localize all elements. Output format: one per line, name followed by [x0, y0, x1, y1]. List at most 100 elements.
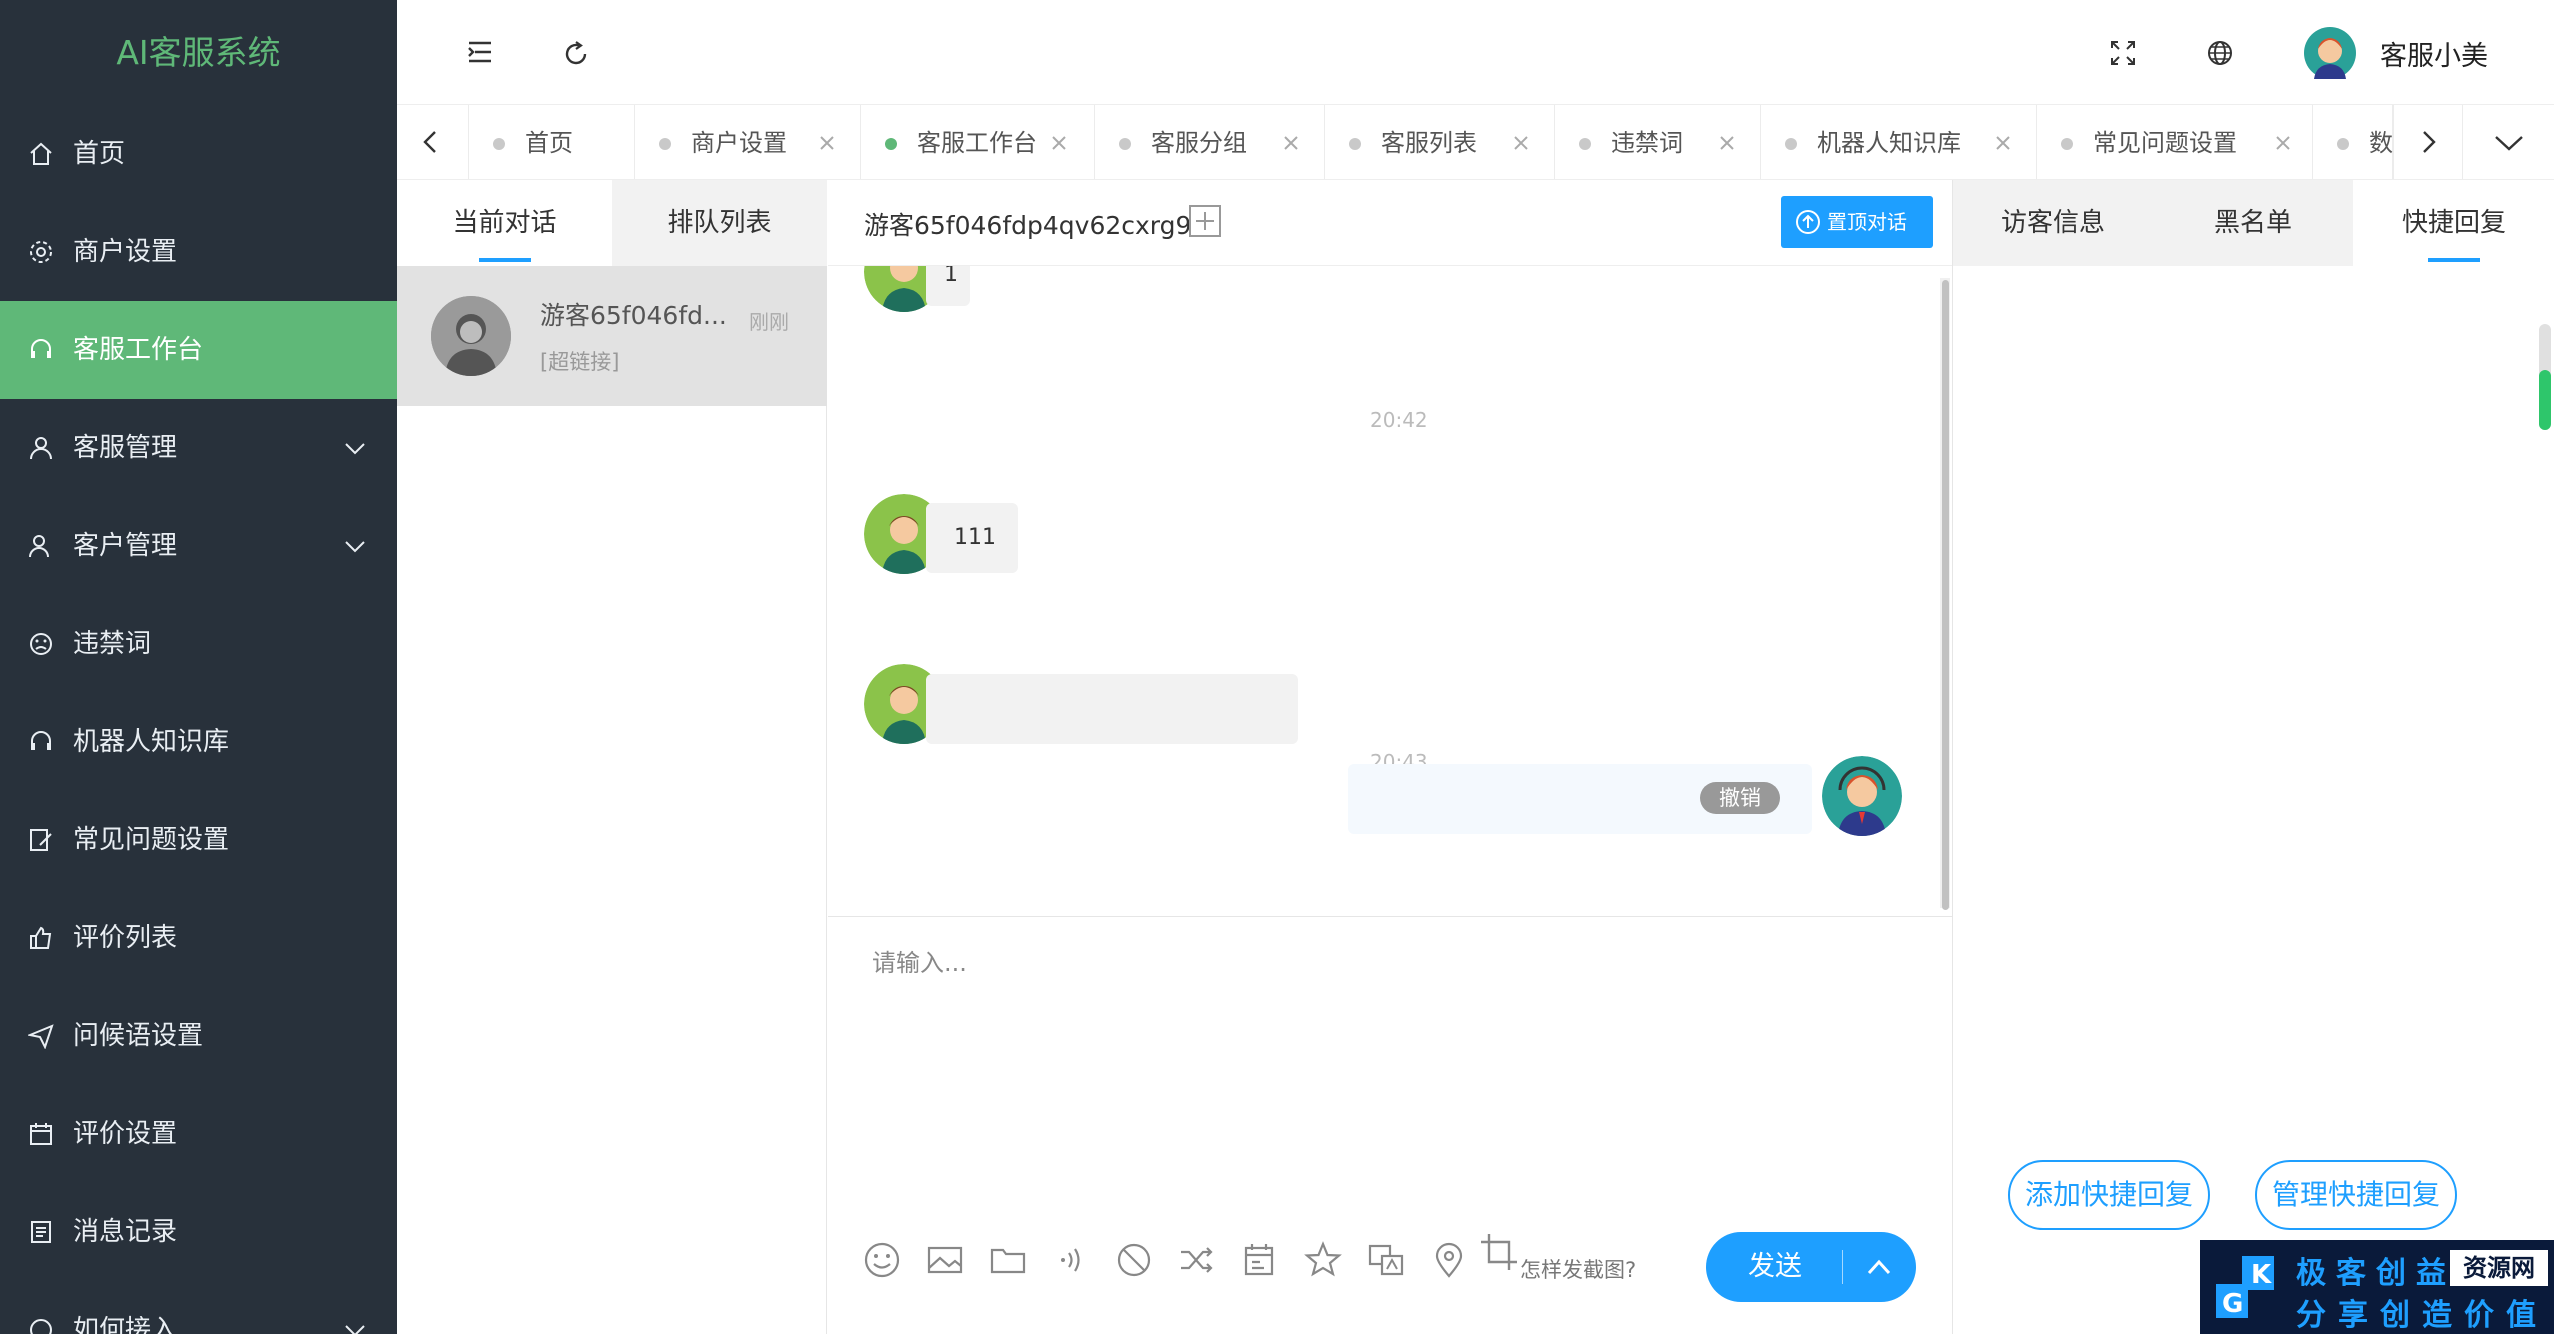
tab-agent-groups[interactable]: 客服分组: [1095, 105, 1325, 179]
tab-agent-workbench[interactable]: 客服工作台: [861, 105, 1095, 179]
chat-header: 游客65f046fdp4qv62cxrg9 置顶对话: [828, 180, 1952, 266]
tab-blacklist[interactable]: 黑名单: [2153, 180, 2353, 266]
right-panel: 访客信息 黑名单 快捷回复 添加快捷回复 管理快捷回复: [1952, 180, 2554, 1334]
tab-agent-list[interactable]: 客服列表: [1325, 105, 1555, 179]
message-scrollbar-thumb[interactable]: [1942, 280, 1949, 910]
conversation-name: 游客65f046fd...: [540, 301, 727, 330]
tab-status-dot: [1579, 138, 1591, 150]
message-text: 111: [954, 525, 996, 550]
image-icon[interactable]: [925, 1240, 965, 1280]
tab-bar: 首页 商户设置 客服工作台 客服分组 客服列表 违禁词 机器人知识库 常见问题设…: [397, 104, 2554, 180]
chevron-down-icon: [345, 541, 365, 553]
message-bubble: 1: [926, 266, 970, 306]
message-input-placeholder: 请输入...: [872, 949, 967, 977]
sidebar-item-agent-workbench[interactable]: 客服工作台: [0, 301, 397, 399]
person-icon: [431, 296, 511, 376]
pin-conversation-button[interactable]: 置顶对话: [1781, 196, 1933, 248]
close-icon[interactable]: [1995, 135, 2011, 151]
message-bubble: 111: [926, 503, 1018, 573]
conversation-item[interactable]: 游客65f046fd... 刚刚 [超链接]: [397, 266, 827, 406]
chevron-up-icon[interactable]: [1866, 1256, 1892, 1278]
fullscreen-icon[interactable]: [2108, 38, 2138, 68]
watermark-logo: K G 极客创益 资源网 分享创造价值: [2200, 1240, 2554, 1334]
document-icon: [31, 1221, 51, 1243]
tab-faq-settings[interactable]: 常见问题设置: [2037, 105, 2313, 179]
quick-reply-scrollbar-thumb[interactable]: [2539, 370, 2551, 430]
tab-label: 快捷回复: [2401, 208, 2506, 238]
username-label[interactable]: 客服小美: [2380, 34, 2488, 73]
message-list[interactable]: 1 20:42 111 20:43 撤销: [828, 266, 1952, 916]
visitor-avatar: [431, 296, 511, 376]
user-icon: [30, 437, 52, 460]
tab-label: 首页: [525, 129, 573, 157]
sidebar-item-how-to-integrate[interactable]: 如何接入: [0, 1281, 397, 1334]
tab-robot-knowledge[interactable]: 机器人知识库: [1761, 105, 2037, 179]
emoji-icon[interactable]: [862, 1240, 902, 1280]
message-timestamp: 20:42: [1370, 408, 1428, 432]
send-button[interactable]: 发送: [1706, 1232, 1916, 1302]
frown-icon: [30, 633, 52, 655]
conversation-time: 刚刚: [749, 310, 789, 334]
close-icon[interactable]: [2275, 135, 2291, 151]
sidebar-item-review-list[interactable]: 评价列表: [0, 889, 397, 987]
menu-collapse-icon[interactable]: [465, 37, 495, 67]
tab-status-dot: [659, 138, 671, 150]
sidebar-item-agent-management[interactable]: 客服管理: [0, 399, 397, 497]
sidebar-item-label: 客服工作台: [73, 335, 204, 365]
tab-label: 当前对话: [452, 208, 557, 238]
location-pin-icon[interactable]: [1429, 1240, 1469, 1280]
tab-merchant-settings[interactable]: 商户设置: [635, 105, 861, 179]
tab-scroll-left-button[interactable]: [397, 105, 469, 179]
tab-current-conversations[interactable]: 当前对话: [397, 180, 612, 266]
conversation-last-message: [超链接]: [540, 350, 620, 374]
tab-queue-list[interactable]: 排队列表: [612, 180, 827, 266]
revoke-message-button[interactable]: 撤销: [1700, 782, 1780, 814]
tab-scroll-right-button[interactable]: [2393, 105, 2463, 179]
close-icon[interactable]: [1513, 135, 1529, 151]
tab-status-dot: [1349, 138, 1361, 150]
sidebar-item-customer-management[interactable]: 客户管理: [0, 497, 397, 595]
sidebar-item-label: 首页: [73, 139, 126, 169]
crop-screenshot-icon[interactable]: [1479, 1232, 1519, 1272]
svg-text:K: K: [2251, 1260, 2272, 1290]
sidebar-item-robot-knowledge[interactable]: 机器人知识库: [0, 693, 397, 791]
tab-visitor-info[interactable]: 访客信息: [1953, 180, 2153, 266]
send-icon: [28, 1024, 54, 1049]
folder-icon[interactable]: [988, 1240, 1028, 1280]
voice-icon[interactable]: [1051, 1240, 1091, 1280]
sidebar-item-message-records[interactable]: 消息记录: [0, 1183, 397, 1281]
chat-window: 游客65f046fdp4qv62cxrg9 置顶对话 1 20:42 111 2…: [828, 180, 1952, 1334]
star-icon[interactable]: [1303, 1240, 1343, 1280]
close-icon[interactable]: [1283, 135, 1299, 151]
calendar-edit-icon[interactable]: [1240, 1240, 1280, 1280]
close-icon[interactable]: [819, 135, 835, 151]
tab-data-partial[interactable]: 数: [2313, 105, 2393, 179]
translate-icon[interactable]: [1366, 1240, 1406, 1280]
sidebar-item-greeting-settings[interactable]: 问候语设置: [0, 987, 397, 1085]
language-globe-icon[interactable]: [2205, 38, 2235, 68]
block-icon[interactable]: [1114, 1240, 1154, 1280]
send-button-divider: [1842, 1250, 1843, 1284]
add-quick-reply-button[interactable]: 添加快捷回复: [2008, 1160, 2210, 1230]
sidebar-item-label: 问候语设置: [73, 1021, 204, 1051]
close-icon[interactable]: [1719, 135, 1735, 151]
transfer-shuffle-icon[interactable]: [1177, 1240, 1217, 1280]
tab-banned-words[interactable]: 违禁词: [1555, 105, 1761, 179]
screenshot-help-link[interactable]: 怎样发截图?: [1520, 1254, 1636, 1284]
close-icon[interactable]: [1051, 135, 1067, 151]
sidebar-item-banned-words[interactable]: 违禁词: [0, 595, 397, 693]
tab-home[interactable]: 首页: [469, 105, 635, 179]
manage-quick-reply-button[interactable]: 管理快捷回复: [2255, 1160, 2457, 1230]
tab-quick-replies[interactable]: 快捷回复: [2353, 180, 2554, 266]
user-avatar[interactable]: [2304, 27, 2356, 79]
refresh-icon[interactable]: [561, 39, 591, 69]
sidebar-item-review-settings[interactable]: 评价设置: [0, 1085, 397, 1183]
gear-icon: [30, 241, 52, 263]
tab-dropdown-button[interactable]: [2463, 105, 2554, 179]
sidebar-item-home[interactable]: 首页: [0, 105, 397, 203]
add-square-icon[interactable]: [1188, 204, 1222, 238]
conversation-panel: 当前对话 排队列表 游客65f046fd... 刚刚 [超链接]: [397, 180, 827, 1334]
sidebar-item-faq-settings[interactable]: 常见问题设置: [0, 791, 397, 889]
sidebar-item-merchant-settings[interactable]: 商户设置: [0, 203, 397, 301]
sidebar-item-label: 常见问题设置: [73, 825, 230, 855]
